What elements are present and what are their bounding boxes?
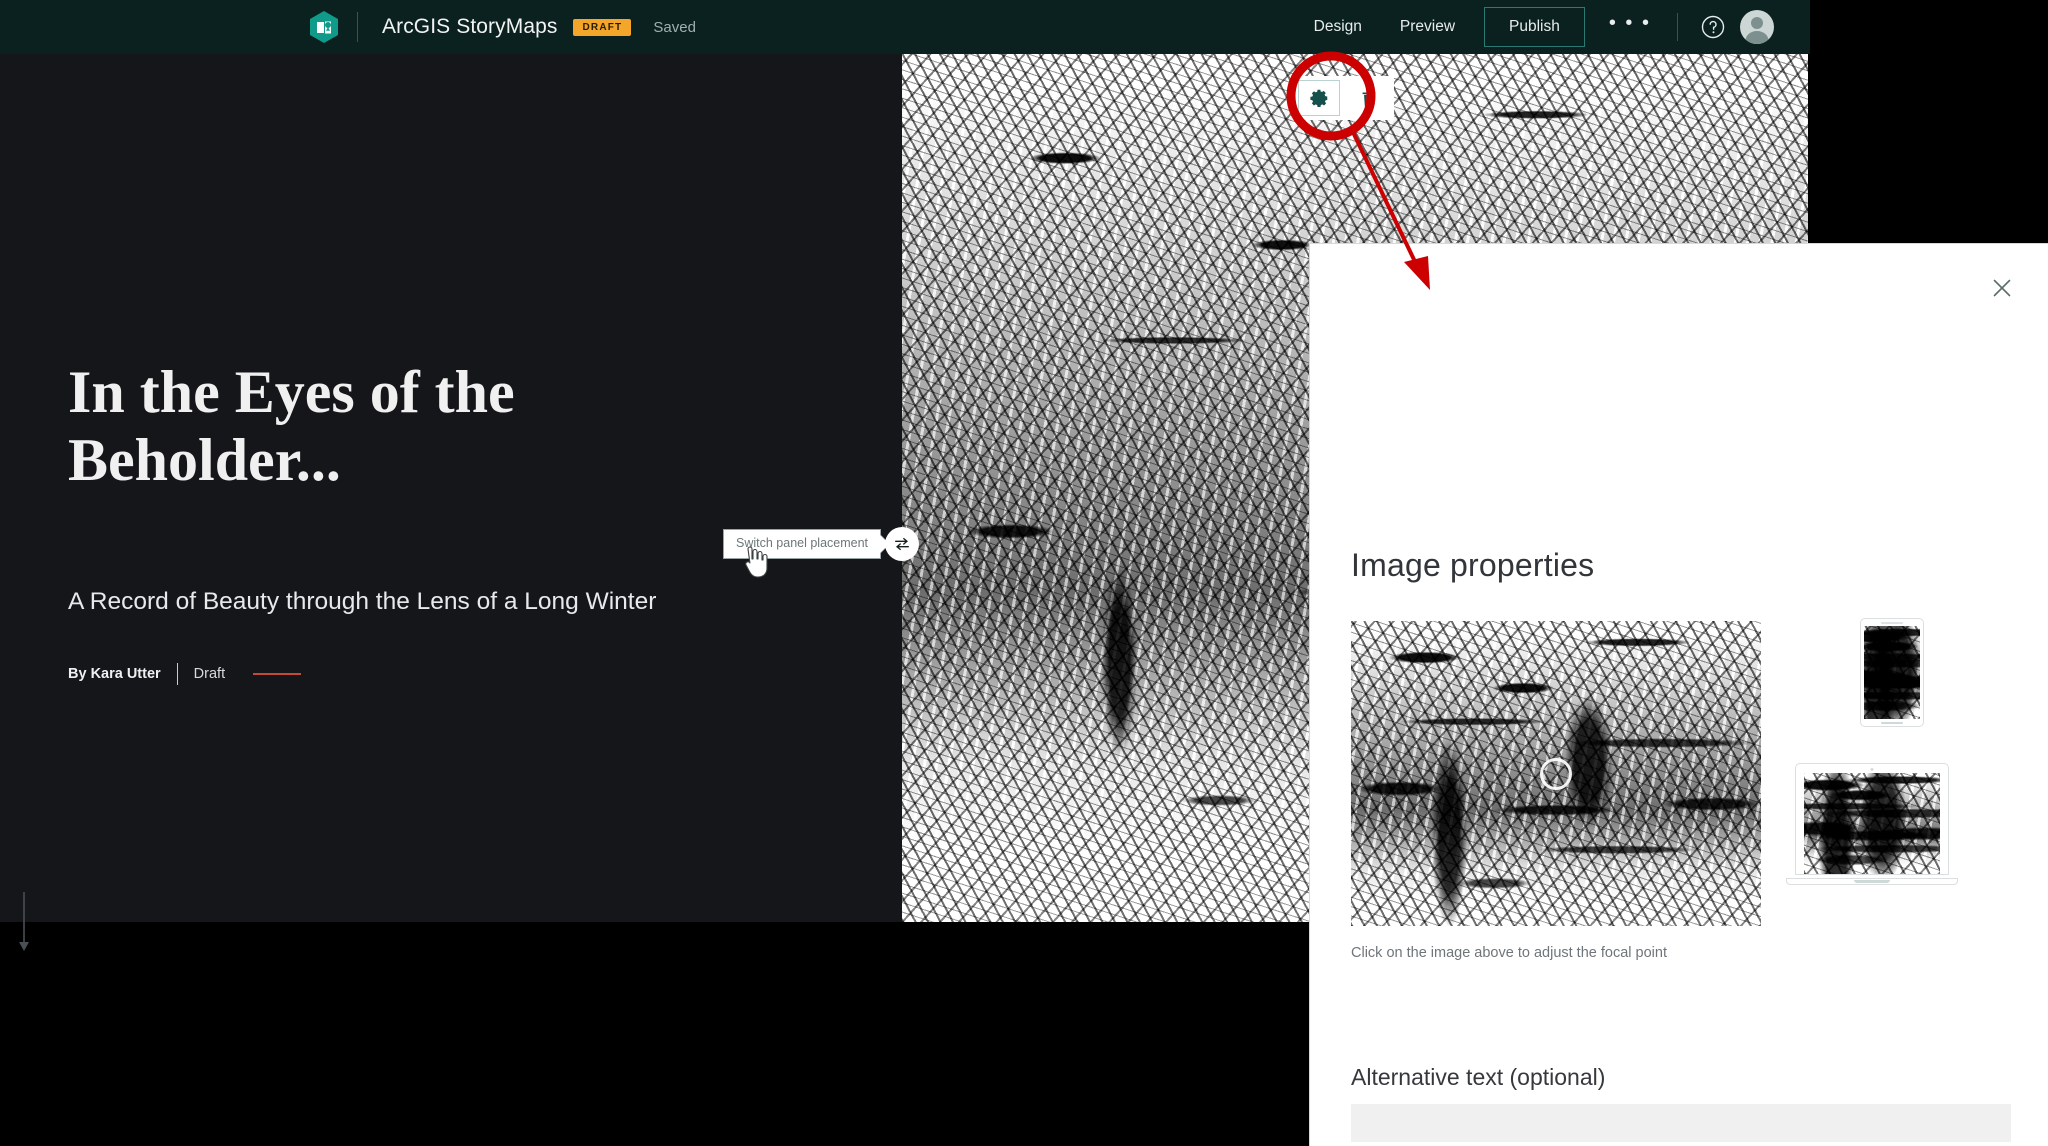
laptop-camera: [1870, 768, 1874, 771]
laptop-preview: [1786, 763, 1958, 885]
alt-text-label: Alternative text (optional): [1351, 1064, 1606, 1090]
phone-preview-photo: [1864, 626, 1920, 719]
header-divider: [357, 12, 358, 42]
byline: By Kara Utter Draft: [68, 663, 302, 685]
publish-button[interactable]: Publish: [1484, 7, 1585, 47]
phone-preview-screen: [1864, 626, 1920, 719]
phone-home-indicator: [1881, 722, 1903, 724]
gear-icon[interactable]: [1294, 76, 1344, 120]
header-left-group: ArcGIS StoryMaps DRAFT Saved: [0, 0, 696, 54]
switch-panel-tooltip: Switch panel placement: [723, 529, 882, 559]
app-title: ArcGIS StoryMaps: [382, 15, 558, 38]
byline-author[interactable]: By Kara Utter: [68, 666, 161, 682]
header-right-group: Design Preview Publish • • •: [1295, 0, 1810, 54]
design-button[interactable]: Design: [1295, 11, 1381, 43]
laptop-preview-screen: [1804, 773, 1940, 874]
cover-text-panel: In the Eyes of the Beholder... A Record …: [0, 54, 902, 951]
preview-button[interactable]: Preview: [1381, 11, 1474, 43]
image-hover-toolbar: [1294, 76, 1394, 120]
laptop-base: [1786, 878, 1958, 885]
laptop-preview-photo: [1804, 773, 1940, 874]
close-icon[interactable]: [1989, 275, 2015, 301]
phone-speaker: [1881, 622, 1903, 624]
storymaps-logo-icon[interactable]: [309, 10, 339, 44]
trash-icon[interactable]: [1344, 76, 1394, 120]
ellipsis-icon[interactable]: • • •: [1589, 13, 1671, 36]
phone-preview: [1860, 618, 1924, 727]
swap-arrows-icon[interactable]: [885, 527, 920, 561]
story-title[interactable]: In the Eyes of the Beholder...: [68, 359, 768, 495]
save-state-label: Saved: [653, 18, 696, 36]
image-properties-dialog: Image properties Click on the image abov…: [1309, 243, 2048, 1146]
scroll-down-arrow-icon: [16, 892, 32, 954]
help-circle-icon[interactable]: [1700, 14, 1726, 40]
focal-point-hint: Click on the image above to adjust the f…: [1351, 945, 1667, 961]
app-header: ArcGIS StoryMaps DRAFT Saved Design Prev…: [0, 0, 1810, 54]
byline-divider: [176, 663, 178, 685]
focal-point-marker[interactable]: [1540, 757, 1572, 790]
laptop-lid: [1795, 763, 1949, 875]
switch-panel-placement-control: Switch panel placement: [723, 527, 920, 561]
user-avatar[interactable]: [1740, 10, 1774, 44]
dialog-title: Image properties: [1351, 547, 1595, 583]
header-separator: [1677, 13, 1678, 41]
image-preview[interactable]: [1351, 621, 1761, 926]
byline-status: Draft: [193, 666, 226, 682]
preview-row: [1351, 618, 2011, 926]
story-subtitle[interactable]: A Record of Beauty through the Lens of a…: [68, 588, 828, 616]
app-root: ArcGIS StoryMaps DRAFT Saved Design Prev…: [0, 0, 2048, 1146]
alt-text-input[interactable]: [1351, 1104, 2011, 1142]
byline-rule: [253, 673, 302, 675]
draft-badge: DRAFT: [573, 18, 632, 36]
